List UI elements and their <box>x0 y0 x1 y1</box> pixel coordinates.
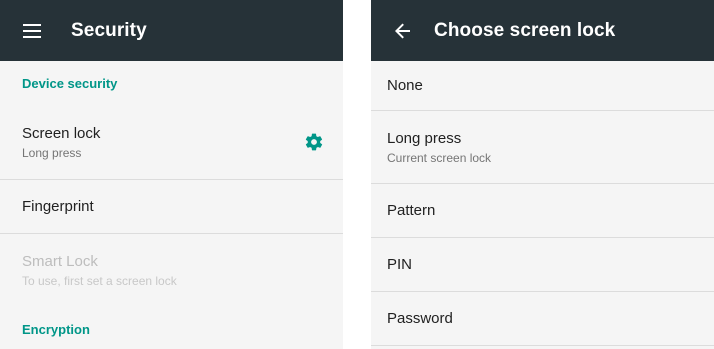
option-long-press[interactable]: Long press Current screen lock <box>371 111 714 184</box>
option-label: Long press <box>387 129 462 147</box>
arrow-back-icon[interactable] <box>375 0 431 61</box>
screen-lock-item[interactable]: Screen lock Long press <box>0 105 343 180</box>
option-label: Pattern <box>387 202 436 219</box>
security-screen: Security Device security Screen lock Lon… <box>0 0 343 349</box>
menu-icon[interactable] <box>4 0 60 61</box>
screen-lock-title: Screen lock <box>22 124 101 142</box>
smart-lock-title: Smart Lock <box>22 253 98 270</box>
option-label: PIN <box>387 256 413 273</box>
fingerprint-title: Fingerprint <box>22 198 94 215</box>
screen-lock-summary: Long press <box>22 145 82 160</box>
choose-screen-lock-screen: Choose screen lock None Long press Curre… <box>371 0 714 349</box>
smart-lock-item: Smart Lock To use, first set a screen lo… <box>0 234 343 307</box>
section-header-encryption: Encryption <box>22 321 90 337</box>
gear-icon[interactable] <box>303 131 325 153</box>
option-none[interactable]: None <box>371 61 714 111</box>
screen-lock-options-list: None Long press Current screen lock Patt… <box>371 61 714 346</box>
option-label: None <box>387 77 423 94</box>
smart-lock-summary: To use, first set a screen lock <box>22 274 177 288</box>
option-pin[interactable]: PIN <box>371 238 714 292</box>
choose-lock-app-bar: Choose screen lock <box>371 0 714 61</box>
page-title: Choose screen lock <box>434 19 616 41</box>
option-password[interactable]: Password <box>371 292 714 346</box>
option-pattern[interactable]: Pattern <box>371 184 714 238</box>
screenshot-stage: Security Device security Screen lock Lon… <box>0 0 714 349</box>
page-title: Security <box>71 19 147 41</box>
option-label: Password <box>387 310 453 327</box>
option-summary: Current screen lock <box>387 150 492 165</box>
section-header-device-security: Device security <box>22 75 118 91</box>
fingerprint-item[interactable]: Fingerprint <box>0 180 343 234</box>
security-app-bar: Security <box>0 0 343 61</box>
